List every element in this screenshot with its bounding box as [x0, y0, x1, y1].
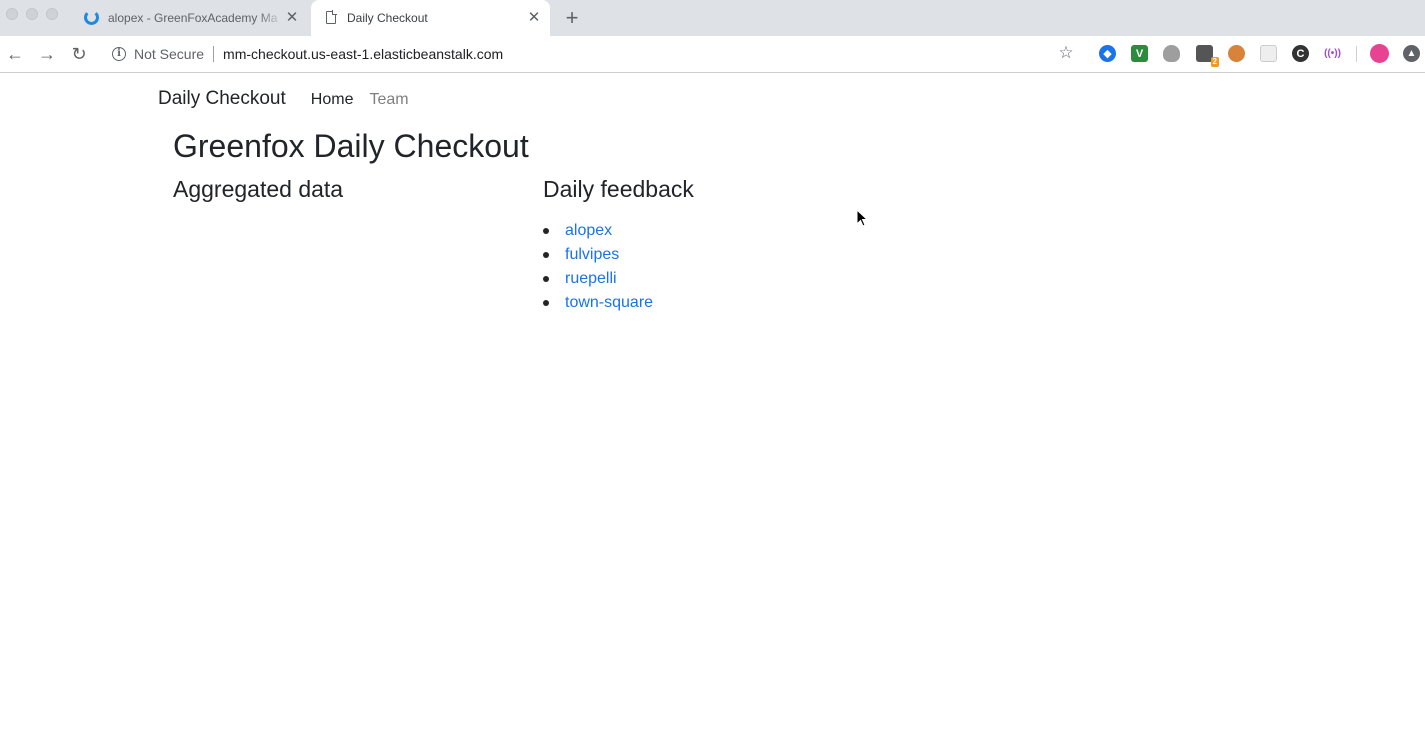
address-bar[interactable]: i Not Secure mm-checkout.us-east-1.elast… — [104, 39, 1089, 69]
nav-link-home[interactable]: Home — [311, 91, 354, 109]
browser-tabstrip: alopex - GreenFoxAcademy Ma ✕ Daily Chec… — [0, 0, 1425, 36]
browser-tab-daily-checkout[interactable]: Daily Checkout ✕ — [311, 0, 550, 36]
channel-link-fulvipes[interactable]: fulvipes — [565, 246, 619, 264]
browser-toolbar: ← → ↻ i Not Secure mm-checkout.us-east-1… — [0, 36, 1425, 73]
reload-icon[interactable]: ↻ — [67, 42, 91, 66]
extension-drop-icon[interactable]: ◆ — [1099, 45, 1116, 62]
extension-c-icon[interactable]: C — [1292, 45, 1309, 62]
mattermost-icon — [84, 10, 100, 26]
bookmark-star-icon[interactable]: ☆ — [1056, 43, 1076, 63]
toolbar-divider — [1356, 46, 1357, 62]
window-zoom-control[interactable] — [46, 8, 58, 20]
extension-v-icon[interactable]: V — [1131, 45, 1148, 62]
bullet-icon — [543, 300, 549, 306]
tab-close-icon[interactable]: ✕ — [526, 10, 542, 26]
extension-grid-icon[interactable] — [1260, 45, 1277, 62]
list-item: ruepelli — [543, 267, 653, 291]
forward-arrow-icon[interactable]: → — [35, 42, 59, 66]
page-title: Greenfox Daily Checkout — [173, 128, 529, 164]
extension-broadcast-icon[interactable]: ((•)) — [1324, 45, 1341, 62]
bullet-icon — [543, 252, 549, 258]
browser-tab-alopex[interactable]: alopex - GreenFoxAcademy Ma ✕ — [72, 0, 308, 36]
tab-title: Daily Checkout — [347, 11, 428, 25]
list-item: fulvipes — [543, 243, 653, 267]
security-status[interactable]: Not Secure — [134, 46, 204, 62]
document-icon — [323, 10, 339, 26]
back-arrow-icon[interactable]: ← — [3, 42, 27, 66]
omnibox-divider — [213, 46, 215, 62]
url-text[interactable]: mm-checkout.us-east-1.elasticbeanstalk.c… — [223, 46, 503, 62]
extension-badge-icon[interactable]: 2 — [1196, 45, 1219, 67]
channel-link-alopex[interactable]: alopex — [565, 222, 612, 240]
extension-shield-icon[interactable] — [1163, 45, 1180, 62]
channel-list: alopex fulvipes ruepelli town-square — [543, 219, 653, 315]
channel-link-ruepelli[interactable]: ruepelli — [565, 270, 617, 288]
tab-title: alopex - GreenFoxAcademy Ma — [108, 11, 278, 25]
tab-close-icon[interactable]: ✕ — [284, 10, 300, 26]
bullet-icon — [543, 276, 549, 282]
extension-face-icon[interactable] — [1228, 45, 1245, 62]
daily-feedback-heading: Daily feedback — [543, 176, 694, 202]
site-navbar: Daily Checkout Home Team — [158, 88, 425, 116]
window-minimize-control[interactable] — [26, 8, 38, 20]
nav-link-team[interactable]: Team — [369, 91, 408, 109]
info-icon[interactable]: i — [112, 47, 126, 61]
update-arrow-icon[interactable]: ▲ — [1403, 45, 1420, 62]
list-item: alopex — [543, 219, 653, 243]
navbar-brand[interactable]: Daily Checkout — [158, 88, 286, 110]
mouse-cursor-icon — [856, 209, 868, 227]
aggregated-data-heading: Aggregated data — [173, 176, 344, 202]
channel-link-town-square[interactable]: town-square — [565, 294, 653, 312]
window-close-control[interactable] — [6, 8, 18, 20]
extension-count-badge: 2 — [1210, 57, 1219, 67]
new-tab-button[interactable]: + — [562, 6, 582, 30]
bullet-icon — [543, 228, 549, 234]
profile-avatar[interactable] — [1370, 44, 1389, 63]
list-item: town-square — [543, 291, 653, 315]
